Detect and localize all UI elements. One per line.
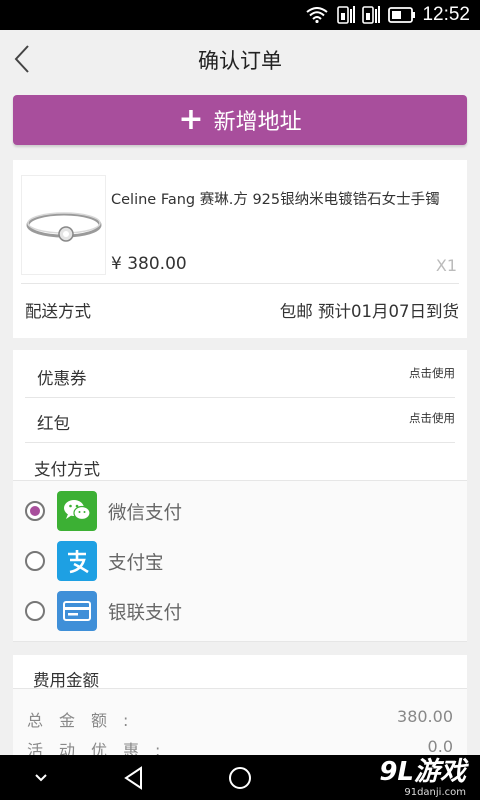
product-quantity: X1: [435, 256, 457, 275]
back-triangle-icon[interactable]: [116, 755, 152, 800]
payment-label: 微信支付: [108, 503, 183, 524]
redpacket-row[interactable]: 红包 点击使用: [25, 398, 455, 443]
radio-selected[interactable]: [25, 501, 45, 521]
battery-icon: [388, 0, 416, 30]
fee-details: 总金额: 380.00 活动优惠: 0.0: [13, 688, 467, 755]
payment-method-list: 微信支付 支付宝 银联支付: [13, 480, 467, 642]
payment-option-alipay[interactable]: 支付宝: [13, 536, 467, 586]
status-bar: 12:52: [0, 0, 480, 30]
payment-label: 支付宝: [108, 553, 164, 574]
product-image[interactable]: [21, 175, 106, 275]
watermark-logo: 9L游戏 91danji.com: [379, 757, 466, 798]
radio-unselected[interactable]: [25, 601, 45, 621]
shipping-label: 配送方式: [25, 302, 91, 321]
redpacket-label: 红包: [37, 414, 70, 433]
watermark-brand: 9L游戏: [379, 757, 466, 787]
discount-value: 0.0: [427, 737, 453, 755]
hide-keyboard-chevron-icon[interactable]: [26, 755, 56, 800]
payment-method-title: 支付方式: [34, 460, 100, 479]
fee-row-total: 总金额: 380.00: [27, 701, 453, 731]
wechat-icon: [57, 491, 97, 531]
system-nav-bar: 9L游戏 91danji.com: [0, 755, 480, 800]
shipping-value: 包邮 预计01月07日到货: [279, 302, 459, 321]
fee-card: 费用金额 总金额: 380.00 活动优惠: 0.0: [13, 655, 467, 755]
sim1-signal-icon: [336, 0, 356, 30]
coupon-row[interactable]: 优惠券 点击使用: [25, 353, 455, 398]
coupon-label: 优惠券: [37, 369, 87, 388]
add-address-label: 新增地址: [213, 110, 302, 135]
order-options-card: 优惠券 点击使用 红包 点击使用 支付方式 微信支付 支付宝 银联支付: [13, 350, 467, 642]
watermark-site: 91danji.com: [404, 787, 466, 798]
alipay-icon: [57, 541, 97, 581]
total-value: 380.00: [397, 707, 453, 726]
product-card: Celine Fang 赛琳.方 925银纳米电镀锆石女士手镯 ¥ 380.00…: [13, 160, 467, 338]
divider: [21, 283, 459, 284]
discount-label: 活动优惠:: [27, 741, 177, 755]
wifi-icon: [306, 0, 328, 30]
page-title: 确认订单: [198, 49, 282, 73]
total-label: 总金额:: [27, 711, 145, 730]
plus-icon: +: [178, 102, 204, 137]
clock: 12:52: [422, 4, 470, 25]
fee-row-discount: 活动优惠: 0.0: [27, 731, 453, 755]
sim2-signal-icon: [361, 0, 381, 30]
nav-bar: 确认订单: [0, 30, 480, 88]
home-circle-icon[interactable]: [222, 755, 258, 800]
payment-option-unionpay[interactable]: 银联支付: [13, 586, 467, 636]
payment-label: 银联支付: [108, 603, 183, 624]
unionpay-card-icon: [57, 591, 97, 631]
product-price: ¥ 380.00: [111, 254, 187, 274]
radio-unselected[interactable]: [25, 551, 45, 571]
product-name[interactable]: Celine Fang 赛琳.方 925银纳米电镀锆石女士手镯: [111, 188, 440, 209]
add-address-button[interactable]: + 新增地址: [13, 95, 467, 145]
redpacket-use-link[interactable]: 点击使用: [409, 410, 455, 426]
payment-option-wechat[interactable]: 微信支付: [13, 486, 467, 536]
coupon-use-link[interactable]: 点击使用: [409, 365, 455, 381]
